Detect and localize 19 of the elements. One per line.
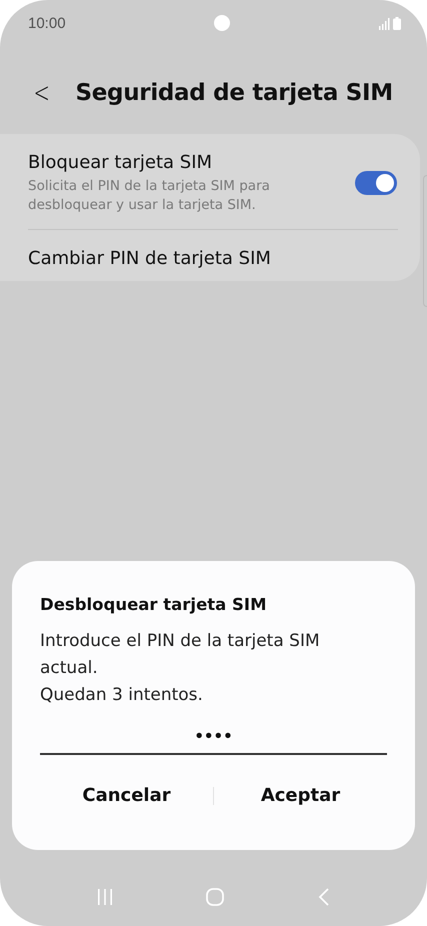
setting-title[interactable]: Bloquear tarjeta SIM [28, 152, 298, 173]
recent-apps-icon [96, 888, 114, 906]
dialog-message: Introduce el PIN de la tarjeta SIM actual. [40, 630, 321, 680]
battery-icon [392, 16, 401, 30]
setting-description: Solicita el PIN de la tarjeta SIM para desbloquear y usar la tarjeta SIM. [28, 177, 271, 215]
pin-field[interactable]: •••• [40, 723, 387, 755]
page-title: Seguridad de tarjeta SIM [75, 80, 393, 106]
camera-cutout-icon [214, 15, 230, 31]
home-icon [205, 887, 226, 907]
dialog-button[interactable]: Aceptar [214, 777, 387, 814]
dialog-message: Quedan 3 intentos. [40, 684, 204, 707]
status-time: 10:00 [28, 14, 66, 32]
signal-icon [378, 18, 390, 30]
back-button[interactable]: < [30, 76, 53, 109]
dialog-title: Desbloquear tarjeta SIM [40, 595, 268, 614]
setting-title[interactable]: Cambiar PIN de tarjeta SIM [28, 248, 271, 269]
back-icon [317, 887, 332, 907]
toggle-switch[interactable] [355, 171, 397, 196]
dialog-button[interactable]: Cancelar [40, 777, 213, 814]
